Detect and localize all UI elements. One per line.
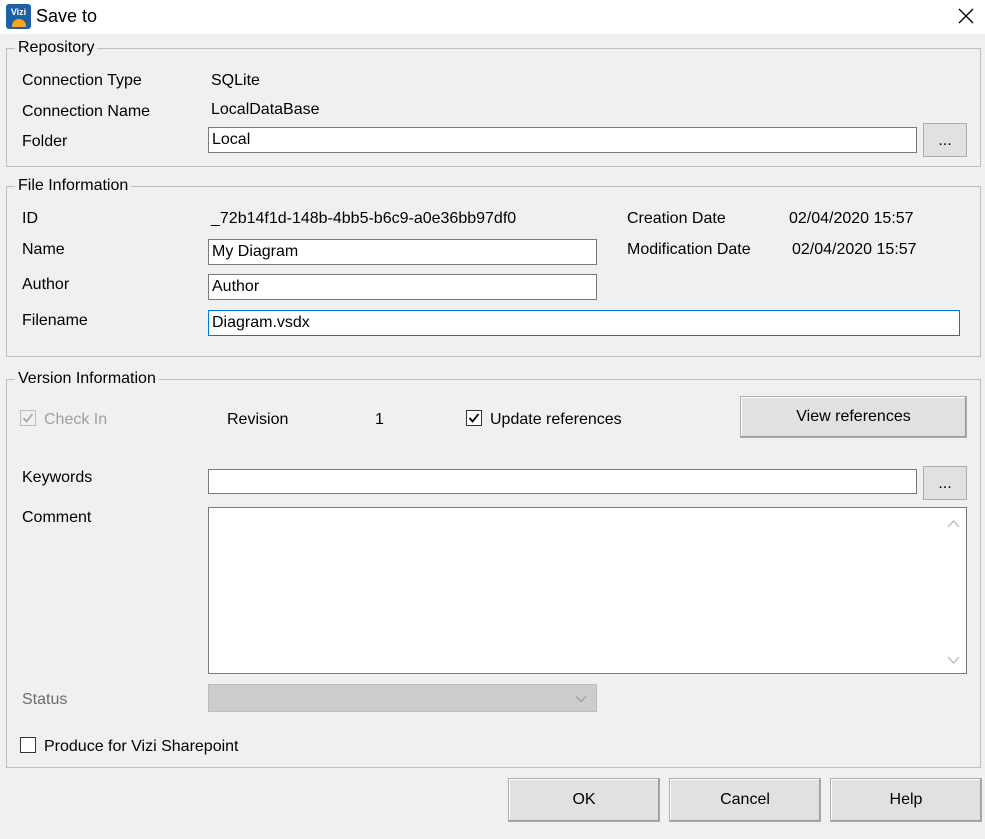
name-label: Name (22, 241, 65, 258)
update-references-checkbox[interactable] (466, 410, 482, 426)
folder-browse-button[interactable]: ... (923, 123, 967, 157)
filename-label: Filename (22, 312, 88, 329)
connection-name-value: LocalDataBase (211, 101, 320, 118)
revision-value: 1 (375, 411, 384, 428)
version-information-legend: Version Information (18, 370, 156, 387)
connection-type-label: Connection Type (22, 72, 142, 89)
chevron-down-icon (575, 696, 587, 703)
repository-legend: Repository (18, 39, 95, 56)
ok-button[interactable]: OK (508, 778, 660, 822)
close-icon[interactable] (949, 0, 983, 32)
id-label: ID (22, 210, 38, 227)
keywords-browse-button[interactable]: ... (923, 466, 967, 500)
keywords-input[interactable] (208, 469, 917, 494)
scroll-down-icon[interactable] (947, 655, 960, 665)
produce-sharepoint-label: Produce for Vizi Sharepoint (44, 738, 239, 755)
connection-type-value: SQLite (211, 72, 260, 89)
status-label: Status (22, 691, 68, 708)
creation-date-label: Creation Date (627, 210, 726, 227)
filename-input[interactable]: Diagram.vsdx (208, 310, 960, 336)
comment-label: Comment (22, 509, 92, 526)
comment-textarea[interactable] (208, 507, 967, 674)
id-value: _72b14f1d-148b-4bb5-b6c9-a0e36bb97df0 (211, 210, 517, 227)
connection-name-label: Connection Name (22, 103, 151, 120)
view-references-button[interactable]: View references (740, 396, 967, 438)
creation-date-value: 02/04/2020 15:57 (789, 210, 914, 227)
author-label: Author (22, 276, 70, 293)
author-input[interactable]: Author (208, 274, 597, 300)
dialog-title: Save to (36, 6, 98, 26)
cancel-button[interactable]: Cancel (669, 778, 821, 822)
status-select[interactable] (208, 684, 597, 712)
keywords-label: Keywords (22, 469, 93, 486)
save-to-dialog: Vizi Save to Repository Connection Type … (0, 0, 985, 839)
checkmark-icon (22, 413, 34, 423)
folder-input[interactable]: Local (208, 127, 917, 153)
file-information-legend: File Information (18, 177, 129, 194)
folder-label: Folder (22, 133, 68, 150)
vizi-app-icon: Vizi (6, 4, 31, 29)
title-bar: Vizi Save to (0, 0, 985, 34)
produce-sharepoint-checkbox[interactable] (20, 737, 36, 753)
comment-scrollbar[interactable] (941, 508, 966, 673)
check-in-label: Check In (44, 411, 108, 428)
checkmark-icon (468, 413, 480, 423)
modification-date-label: Modification Date (627, 241, 751, 258)
scroll-up-icon[interactable] (947, 519, 960, 529)
update-references-label: Update references (490, 411, 622, 428)
revision-label: Revision (227, 411, 289, 428)
help-button[interactable]: Help (830, 778, 982, 822)
check-in-checkbox[interactable] (20, 410, 36, 426)
modification-date-value: 02/04/2020 15:57 (792, 241, 917, 258)
name-input[interactable]: My Diagram (208, 239, 597, 265)
